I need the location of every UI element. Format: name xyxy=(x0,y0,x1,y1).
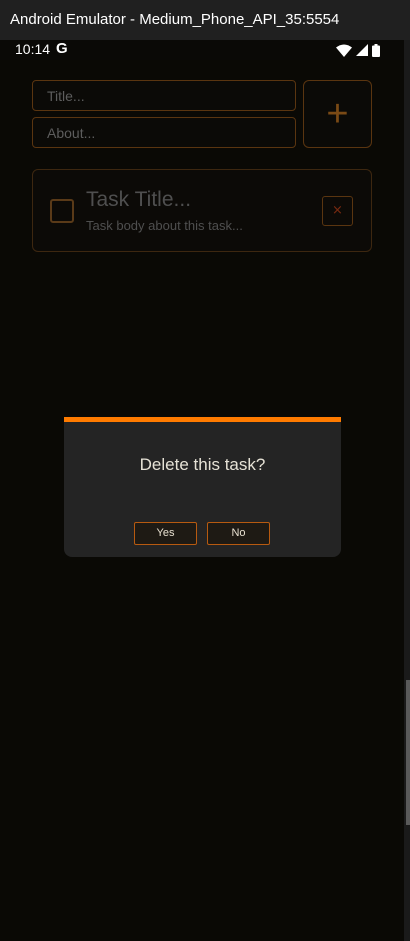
delete-task-button[interactable]: × xyxy=(322,196,353,226)
todo-app: + Task Title... Task body about this tas… xyxy=(0,60,404,941)
status-bar: 10:14 G xyxy=(0,40,404,60)
close-icon: × xyxy=(332,203,343,218)
plus-icon: + xyxy=(326,93,349,135)
scrollbar-thumb[interactable] xyxy=(406,680,410,825)
wifi-icon xyxy=(336,44,352,57)
google-icon: G xyxy=(56,40,68,57)
status-time: 10:14 xyxy=(15,41,51,57)
task-checkbox[interactable] xyxy=(50,199,74,223)
status-icons xyxy=(336,43,380,57)
no-button[interactable]: No xyxy=(207,522,270,545)
dialog-message: Delete this task? xyxy=(139,455,266,474)
delete-confirm-dialog: Delete this task? Yes No xyxy=(64,417,341,557)
about-input[interactable] xyxy=(32,117,296,148)
task-title: Task Title... xyxy=(86,188,192,211)
battery-icon xyxy=(372,43,380,57)
cellular-signal-icon xyxy=(356,44,368,56)
phone-screen: 10:14 G + Task Title... Task body about … xyxy=(0,40,404,941)
title-input[interactable] xyxy=(32,80,296,111)
emulator-side-panel xyxy=(404,40,410,941)
yes-button[interactable]: Yes xyxy=(134,522,197,545)
add-task-button[interactable]: + xyxy=(303,80,372,148)
emulator-window-title: Android Emulator - Medium_Phone_API_35:5… xyxy=(0,0,410,40)
task-body: Task body about this task... xyxy=(86,218,243,233)
task-card: Task Title... Task body about this task.… xyxy=(32,169,372,252)
